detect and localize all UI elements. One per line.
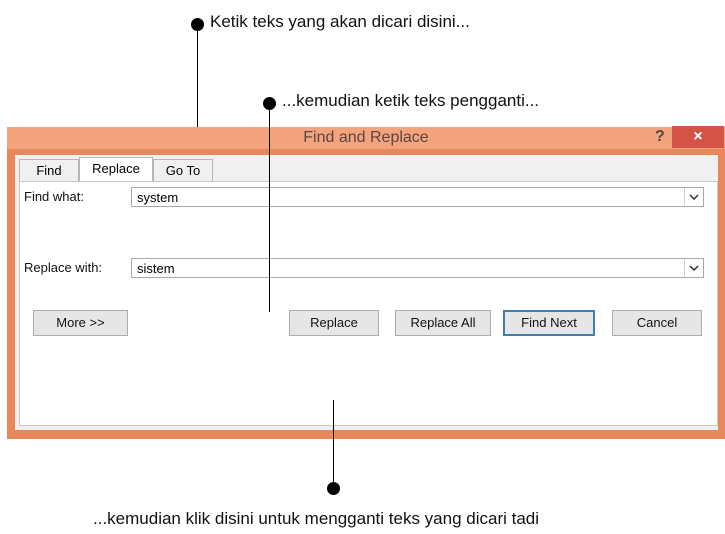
find-what-value: system [137,190,179,205]
callout-line-button [333,400,334,484]
callout-dot-find [191,18,204,31]
find-next-button[interactable]: Find Next [503,310,595,336]
tab-goto[interactable]: Go To [153,159,213,181]
more-button[interactable]: More >> [33,310,128,336]
cancel-button[interactable]: Cancel [612,310,702,336]
replace-tab-panel: Find what: system Replace with: sistem M… [19,181,718,426]
find-replace-dialog: Find and Replace ? × Find Replace Go To … [7,126,725,439]
callout-line-replace [269,110,270,312]
replace-with-label: Replace with: [24,260,103,275]
replace-with-input[interactable]: sistem [131,258,704,278]
callout-replace-text: ...kemudian ketik teks pengganti... [282,91,540,110]
find-what-input[interactable]: system [131,187,704,207]
find-what-label: Find what: [24,189,84,204]
title-bar: Find and Replace ? × [7,126,725,149]
chevron-down-icon[interactable] [684,259,703,277]
tab-find[interactable]: Find [19,159,79,181]
help-icon[interactable]: ? [655,128,665,146]
tab-replace[interactable]: Replace [79,157,153,181]
callout-find-text: Ketik teks yang akan dicari disini... [210,12,470,31]
chevron-down-icon[interactable] [684,188,703,206]
replace-all-button[interactable]: Replace All [395,310,491,336]
callout-button-text: ...kemudian klik disini untuk mengganti … [93,509,540,528]
dialog-title: Find and Replace [303,129,429,146]
callout-dot-replace [263,97,276,110]
dialog-body: Find Replace Go To Find what: system Rep… [15,155,718,430]
replace-button[interactable]: Replace [289,310,379,336]
replace-with-value: sistem [137,261,175,276]
close-button[interactable]: × [672,126,724,148]
